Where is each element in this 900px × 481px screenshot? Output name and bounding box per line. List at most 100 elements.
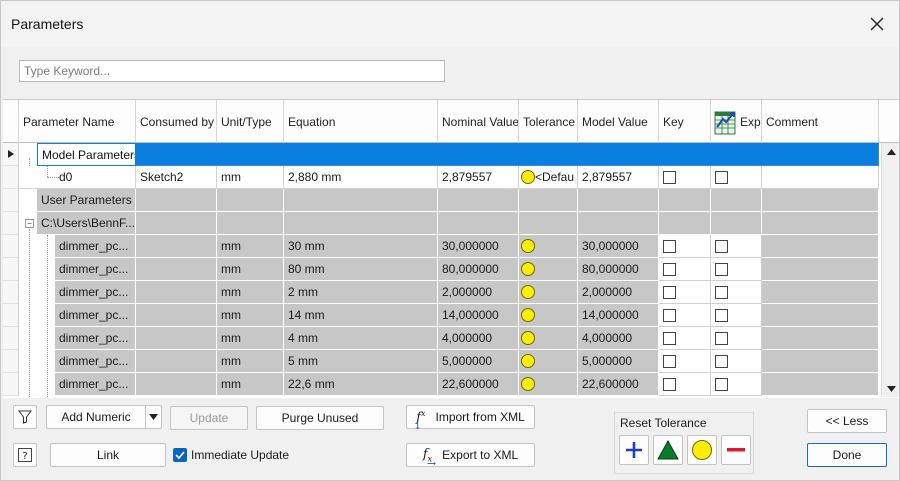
col-model-value[interactable]: Model Value [578,100,659,143]
comment-field[interactable] [762,327,879,350]
table-row[interactable]: dimmer_pc... mm 5 mm 5,000000 5,000000 [3,350,879,373]
tolerance-cell[interactable] [519,235,578,258]
comment-field[interactable] [762,304,879,327]
comment-field[interactable] [762,235,879,258]
equation-field[interactable]: 5 mm [284,350,438,373]
group-row-linked-file[interactable]: − C:\Users\BennF... [3,212,879,235]
param-name[interactable]: dimmer_pc... [55,327,136,350]
table-row[interactable]: dimmer_pc... mm 4 mm 4,000000 4,000000 [3,327,879,350]
col-parameter-name[interactable]: Parameter Name [19,100,136,143]
unit-type[interactable]: mm [217,166,284,189]
equation-field[interactable]: 2 mm [284,281,438,304]
unit-value[interactable]: mm [217,304,284,327]
less-button[interactable]: << Less [807,409,887,433]
export-xml-button[interactable]: fx → Export to XML [406,443,535,470]
immediate-update-checkbox[interactable] [173,448,187,462]
search-input[interactable] [19,60,445,82]
tolerance-cell[interactable] [519,258,578,281]
key-checkbox[interactable] [663,239,676,253]
param-name[interactable]: dimmer_pc... [55,235,136,258]
table-row[interactable]: dimmer_pc... mm 22,6 mm 22,600000 22,600000 [3,373,879,396]
update-button[interactable]: Update [170,406,248,430]
tolerance-cell[interactable] [519,373,578,396]
close-icon[interactable] [863,10,891,38]
tolerance-cell[interactable] [519,281,578,304]
key-checkbox[interactable] [663,308,676,322]
scroll-down-icon[interactable] [882,380,899,397]
unit-value[interactable]: mm [217,235,284,258]
immediate-update-row[interactable]: Immediate Update [173,448,289,462]
tolerance-cell[interactable] [519,350,578,373]
export-checkbox[interactable] [715,331,728,345]
export-checkbox[interactable] [715,239,728,253]
col-comment[interactable]: Comment [762,100,879,143]
table-row[interactable]: dimmer_pc... mm 2 mm 2,000000 2,000000 [3,281,879,304]
parameter-row-d0[interactable]: d0 Sketch2 mm 2,880 mm 2,879557 <Defau 2… [3,166,879,189]
scroll-thumb[interactable] [884,163,897,371]
comment-field[interactable] [762,166,879,189]
key-checkbox[interactable] [663,262,676,276]
vertical-scrollbar[interactable] [881,143,899,397]
equation-field[interactable]: 4 mm [284,327,438,350]
comment-field[interactable] [762,258,879,281]
unit-value[interactable]: mm [217,258,284,281]
unit-value[interactable]: mm [217,327,284,350]
export-checkbox[interactable] [715,308,728,322]
import-xml-button[interactable]: fx ↓ Import from XML [406,405,535,432]
unit-value[interactable]: mm [217,373,284,396]
tolerance-cell[interactable] [519,304,578,327]
export-checkbox[interactable] [715,262,728,276]
export-checkbox[interactable] [715,354,728,368]
key-checkbox[interactable] [663,377,676,391]
table-row[interactable]: dimmer_pc... mm 30 mm 30,000000 30,000000 [3,235,879,258]
param-name[interactable]: dimmer_pc... [55,258,136,281]
filter-icon[interactable] [13,405,37,429]
comment-field[interactable] [762,350,879,373]
comment-field[interactable] [762,373,879,396]
param-name[interactable]: dimmer_pc... [55,304,136,327]
upper-tolerance-plus-icon[interactable] [619,435,649,465]
equation-field[interactable]: 30 mm [284,235,438,258]
link-button[interactable]: Link [50,443,166,467]
unit-value[interactable]: mm [217,281,284,304]
tolerance-cell[interactable] [519,327,578,350]
lower-tolerance-minus-icon[interactable] [721,435,751,465]
collapse-toggle-file[interactable]: − [25,219,34,228]
add-numeric-button[interactable]: Add Numeric [46,405,145,429]
param-name[interactable]: dimmer_pc... [55,281,136,304]
equation-field[interactable]: 22,6 mm [284,373,438,396]
col-key[interactable]: Key [659,100,711,143]
equation-field[interactable]: 2,880 mm [284,166,438,189]
median-circle-icon[interactable] [687,435,717,465]
export-checkbox[interactable] [715,170,728,184]
table-row[interactable]: dimmer_pc... mm 80 mm 80,000000 80,000000 [3,258,879,281]
done-button[interactable]: Done [807,443,887,467]
col-equation[interactable]: Equation [284,100,438,143]
equation-field[interactable]: 14 mm [284,304,438,327]
upper-limit-triangle-icon[interactable] [653,435,683,465]
col-consumed-by[interactable]: Consumed by [136,100,217,143]
group-row-model-parameters[interactable]: − Model Parameters [3,143,879,202]
col-export[interactable]: Exp [711,100,762,143]
group-row-user-parameters[interactable]: User Parameters [3,189,879,212]
param-name[interactable]: d0 [19,166,136,189]
col-nominal-value[interactable]: Nominal Value [438,100,519,143]
scroll-up-icon[interactable] [882,143,899,160]
comment-field[interactable] [762,281,879,304]
help-icon[interactable]: ? [13,443,37,467]
tolerance-cell[interactable]: <Defau [519,166,578,189]
equation-field[interactable]: 80 mm [284,258,438,281]
add-numeric-dropdown[interactable] [145,405,162,429]
key-checkbox[interactable] [663,170,676,184]
key-checkbox[interactable] [663,331,676,345]
table-row[interactable]: dimmer_pc... mm 14 mm 14,000000 14,000000 [3,304,879,327]
col-tolerance[interactable]: Tolerance [519,100,578,143]
export-checkbox[interactable] [715,285,728,299]
purge-unused-button[interactable]: Purge Unused [256,406,384,430]
key-checkbox[interactable] [663,354,676,368]
col-unit-type[interactable]: Unit/Type [217,100,284,143]
param-name[interactable]: dimmer_pc... [55,373,136,396]
export-checkbox[interactable] [715,377,728,391]
param-name[interactable]: dimmer_pc... [55,350,136,373]
unit-value[interactable]: mm [217,350,284,373]
